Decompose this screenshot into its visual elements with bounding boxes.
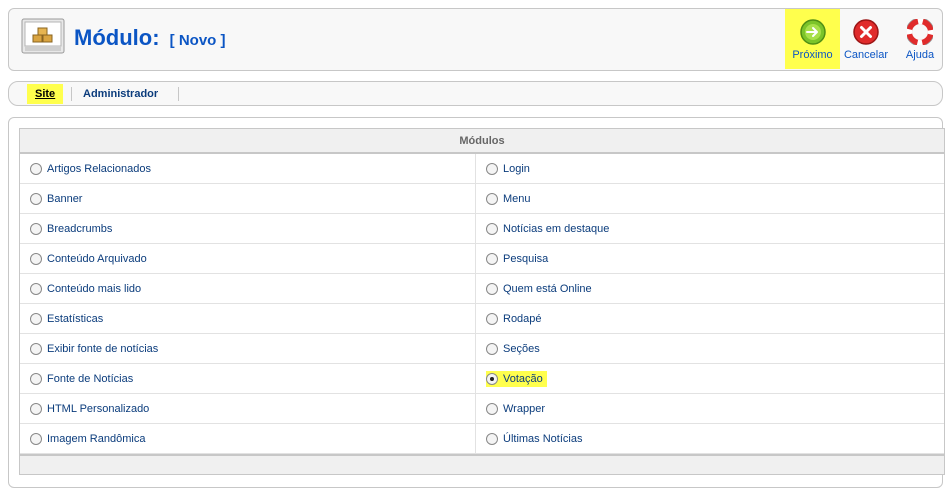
module-option[interactable]: Exibir fonte de notícias <box>20 334 476 363</box>
submenu-divider <box>71 87 72 101</box>
module-label[interactable]: Banner <box>47 193 82 205</box>
module-label[interactable]: Últimas Notícias <box>503 433 582 445</box>
table-footer <box>20 454 944 474</box>
module-option[interactable]: Menu <box>476 184 944 213</box>
help-button-label: Ajuda <box>905 49 935 61</box>
module-label[interactable]: Login <box>503 163 530 175</box>
close-icon <box>853 19 879 45</box>
module-radio[interactable] <box>30 342 42 355</box>
module-radio[interactable] <box>30 252 42 265</box>
module-label[interactable]: Conteúdo Arquivado <box>47 253 147 265</box>
module-option[interactable]: Rodapé <box>476 304 944 333</box>
module-option[interactable]: Estatísticas <box>20 304 476 333</box>
module-option[interactable]: Conteúdo mais lido <box>20 274 476 303</box>
module-label[interactable]: Votação <box>503 373 543 385</box>
submenu: Site Administrador <box>8 81 943 106</box>
module-option[interactable]: Pesquisa <box>476 244 944 273</box>
module-radio[interactable] <box>486 402 498 415</box>
module-label[interactable]: Menu <box>503 193 531 205</box>
table-row: Fonte de Notícias Votação <box>20 364 944 394</box>
module-label[interactable]: Pesquisa <box>503 253 548 265</box>
table-row: Breadcrumbs Notícias em destaque <box>20 214 944 244</box>
submenu-item-administrator[interactable]: Administrador <box>83 88 158 100</box>
module-label[interactable]: Notícias em destaque <box>503 223 609 235</box>
module-option[interactable]: Votação <box>476 364 944 393</box>
module-radio[interactable] <box>486 252 498 265</box>
table-row: HTML Personalizado Wrapper <box>20 394 944 424</box>
module-radio[interactable] <box>486 432 498 445</box>
module-option[interactable]: Conteúdo Arquivado <box>20 244 476 273</box>
modules-table: Módulos Artigos Relacionados Login Banner M… <box>19 128 945 475</box>
module-label[interactable]: Rodapé <box>503 313 542 325</box>
table-row: Conteúdo mais lido Quem está Online <box>20 274 944 304</box>
table-row: Estatísticas Rodapé <box>20 304 944 334</box>
selected-highlight: Votação <box>486 370 547 387</box>
module-radio[interactable] <box>486 282 498 295</box>
module-list-panel: Módulos Artigos Relacionados Login Banner M… <box>8 117 945 488</box>
module-label[interactable]: Wrapper <box>503 403 545 415</box>
module-label[interactable]: Exibir fonte de notícias <box>47 343 158 355</box>
table-row: Exibir fonte de notícias Seções <box>20 334 944 364</box>
module-label[interactable]: HTML Personalizado <box>47 403 149 415</box>
cancel-button-label: Cancelar <box>843 49 889 61</box>
toolbar: Módulo: [ Novo ] Próximo Cancelar Ajuda <box>8 8 943 71</box>
submenu-item-site[interactable]: Site <box>27 84 64 104</box>
module-radio[interactable] <box>30 222 42 235</box>
module-radio[interactable] <box>30 402 42 415</box>
module-label[interactable]: Quem está Online <box>503 283 592 295</box>
table-header: Módulos <box>20 129 944 154</box>
module-option[interactable]: Artigos Relacionados <box>20 154 476 183</box>
module-label[interactable]: Artigos Relacionados <box>47 163 151 175</box>
table-row: Banner Menu <box>20 184 944 214</box>
module-option[interactable]: Login <box>476 154 944 183</box>
submenu-divider <box>178 87 179 101</box>
page-title-main: Módulo: <box>74 25 160 50</box>
module-option[interactable]: Últimas Notícias <box>476 424 944 453</box>
page-title: Módulo: [ Novo ] <box>74 25 225 51</box>
module-radio[interactable] <box>486 222 498 235</box>
module-icon <box>21 18 65 54</box>
module-radio[interactable] <box>486 312 498 325</box>
next-button[interactable]: Próximo <box>785 9 840 69</box>
page-title-sub: [ Novo ] <box>169 32 226 49</box>
module-option[interactable]: Banner <box>20 184 476 213</box>
arrow-right-icon <box>799 19 826 45</box>
module-option[interactable]: Seções <box>476 334 944 363</box>
table-row: Conteúdo Arquivado Pesquisa <box>20 244 944 274</box>
lifebuoy-icon <box>907 19 933 45</box>
module-radio[interactable] <box>30 432 42 445</box>
module-label[interactable]: Seções <box>503 343 540 355</box>
module-label[interactable]: Conteúdo mais lido <box>47 283 141 295</box>
module-radio[interactable] <box>30 192 42 205</box>
module-radio[interactable] <box>486 192 498 205</box>
module-rows: Artigos Relacionados Login Banner Menu Bread… <box>20 154 944 454</box>
module-radio[interactable] <box>486 162 498 175</box>
module-option[interactable]: Imagem Randômica <box>20 424 476 453</box>
module-label[interactable]: Fonte de Notícias <box>47 373 133 385</box>
help-button[interactable]: Ajuda <box>902 9 938 69</box>
module-option[interactable]: HTML Personalizado <box>20 394 476 423</box>
module-label[interactable]: Imagem Randômica <box>47 433 145 445</box>
module-option[interactable]: Wrapper <box>476 394 944 423</box>
module-radio[interactable] <box>30 312 42 325</box>
module-option[interactable]: Quem está Online <box>476 274 944 303</box>
cancel-button[interactable]: Cancelar <box>842 9 890 69</box>
module-option[interactable]: Fonte de Notícias <box>20 364 476 393</box>
module-radio[interactable] <box>30 282 42 295</box>
next-button-label: Próximo <box>792 49 833 61</box>
module-label[interactable]: Estatísticas <box>47 313 103 325</box>
table-row: Artigos Relacionados Login <box>20 154 944 184</box>
module-option[interactable]: Breadcrumbs <box>20 214 476 243</box>
module-radio[interactable] <box>30 372 42 385</box>
table-row: Imagem Randômica Últimas Notícias <box>20 424 944 454</box>
module-radio[interactable] <box>30 162 42 175</box>
module-radio[interactable] <box>486 372 498 385</box>
module-option[interactable]: Notícias em destaque <box>476 214 944 243</box>
module-radio[interactable] <box>486 342 498 355</box>
module-label[interactable]: Breadcrumbs <box>47 223 112 235</box>
